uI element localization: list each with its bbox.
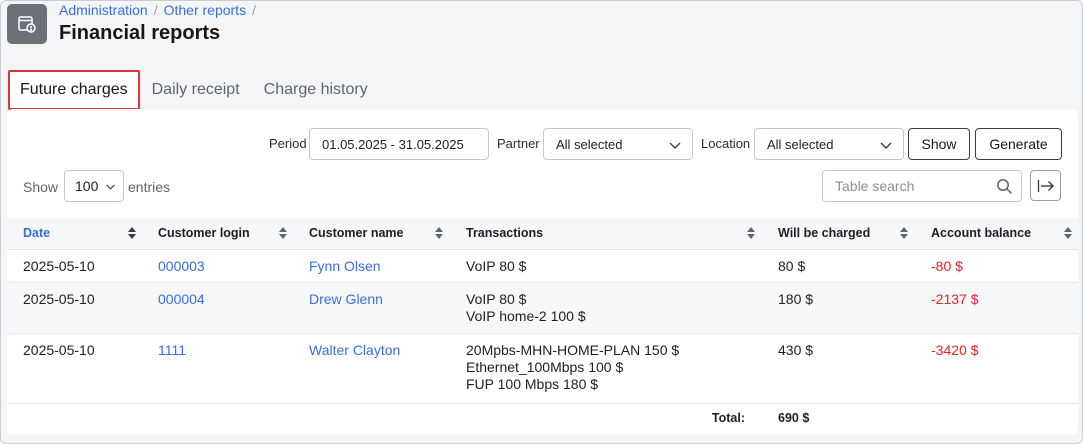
transaction-line: 20Mpbs-MHN-HOME-PLAN 150 $ — [466, 341, 680, 358]
customer-name-link[interactable]: Walter Clayton — [309, 342, 400, 358]
show-button[interactable]: Show — [908, 128, 970, 160]
chevron-down-icon — [669, 142, 681, 149]
column-header-account-balance[interactable]: Account balance — [914, 218, 1078, 249]
chevron-down-icon — [880, 142, 892, 149]
cell-customer-name: Walter Clayton — [293, 333, 449, 403]
sort-icon — [1064, 227, 1072, 239]
cell-transactions: VoIP 80 $ VoIP home-2 100 $ — [449, 282, 761, 333]
report-icon — [7, 4, 47, 44]
cell-date: 2025-05-10 — [23, 290, 95, 307]
page-title: Financial reports — [59, 22, 221, 44]
tab-future-charges[interactable]: Future charges — [8, 70, 140, 110]
future-charges-table: Date Customer login Customer name Transa… — [7, 218, 1078, 433]
sort-icon — [747, 227, 755, 239]
table-footer-row: Total: 690 $ — [7, 403, 1078, 433]
period-input[interactable]: 01.05.2025 - 31.05.2025 — [309, 128, 489, 160]
transaction-line: FUP 100 Mbps 180 $ — [466, 375, 599, 392]
partner-select[interactable]: All selected — [543, 128, 693, 160]
column-header-customer-name[interactable]: Customer name — [293, 218, 449, 249]
transaction-line: Ethernet_100Mbps 100 $ — [466, 358, 624, 375]
search-icon — [997, 179, 1013, 195]
customer-login-link[interactable]: 1111 — [158, 342, 186, 358]
generate-button[interactable]: Generate — [975, 128, 1062, 160]
chevron-down-icon — [106, 184, 115, 190]
partner-label: Partner — [497, 136, 540, 151]
cell-account-balance: -2137 $ — [931, 290, 979, 307]
sort-icon — [900, 227, 908, 239]
period-label: Period — [269, 136, 307, 151]
cell-customer-name: Fynn Olsen — [293, 249, 449, 282]
cell-transactions: 20Mpbs-MHN-HOME-PLAN 150 $ Ethernet_100M… — [449, 333, 761, 403]
cell-customer-login: 000004 — [142, 282, 293, 333]
tab-charge-history[interactable]: Charge history — [252, 70, 380, 110]
tab-daily-receipt[interactable]: Daily receipt — [140, 70, 252, 110]
location-select[interactable]: All selected — [754, 128, 904, 160]
column-header-will-be-charged[interactable]: Will be charged — [761, 218, 914, 249]
entries-prefix: Show — [23, 179, 59, 195]
breadcrumb: Administration / Other reports / — [59, 2, 256, 18]
cell-customer-name: Drew Glenn — [293, 282, 449, 333]
location-select-value: All selected — [767, 136, 834, 152]
column-header-transactions[interactable]: Transactions — [449, 218, 761, 249]
partner-select-value: All selected — [556, 136, 623, 152]
table-row: 2025-05-10 000003 Fynn Olsen VoIP 80 $ 8… — [7, 249, 1078, 282]
window: Administration / Other reports / Financi… — [0, 0, 1083, 444]
cell-account-balance: -80 $ — [931, 257, 963, 274]
breadcrumb-other-reports[interactable]: Other reports — [164, 2, 246, 18]
transaction-line: VoIP home-2 100 $ — [466, 307, 586, 324]
cell-customer-login: 000003 — [142, 249, 293, 282]
transaction-line: VoIP 80 $ — [466, 257, 527, 274]
export-arrow-icon — [1037, 179, 1054, 192]
cell-will-be-charged: 430 $ — [778, 341, 814, 358]
entries-suffix: entries — [128, 179, 171, 195]
total-label: Total: — [711, 411, 745, 426]
table-row: 2025-05-10 1111 Walter Clayton 20Mpbs-MH… — [7, 333, 1078, 403]
customer-name-link[interactable]: Fynn Olsen — [309, 258, 381, 274]
cell-account-balance: -3420 $ — [931, 341, 979, 358]
location-label: Location — [701, 136, 751, 151]
breadcrumb-separator: / — [153, 2, 158, 18]
tab-bar: Future charges Daily receipt Charge hist… — [8, 70, 380, 110]
table-search-placeholder: Table search — [835, 178, 915, 194]
column-header-customer-login[interactable]: Customer login — [142, 218, 293, 249]
cell-date: 2025-05-10 — [23, 341, 95, 358]
table-header-row: Date Customer login Customer name Transa… — [7, 218, 1078, 249]
customer-login-link[interactable]: 000003 — [158, 258, 205, 274]
table-search-input[interactable]: Table search — [822, 170, 1022, 202]
transaction-line: VoIP 80 $ — [466, 290, 527, 307]
customer-name-link[interactable]: Drew Glenn — [309, 291, 383, 307]
customer-login-link[interactable]: 000004 — [158, 291, 205, 307]
cell-date: 2025-05-10 — [23, 257, 95, 274]
entries-select-value: 100 — [75, 178, 99, 194]
cell-will-be-charged: 80 $ — [778, 257, 806, 274]
sort-icon — [435, 227, 443, 239]
sort-icon — [128, 227, 136, 239]
report-card: Period 01.05.2025 - 31.05.2025 Partner A… — [7, 109, 1078, 435]
cell-customer-login: 1111 — [142, 333, 293, 403]
cell-will-be-charged: 180 $ — [778, 290, 814, 307]
total-value: 690 $ — [778, 411, 810, 426]
cell-transactions: VoIP 80 $ — [449, 249, 761, 282]
export-button[interactable] — [1030, 170, 1061, 201]
entries-select[interactable]: 100 — [64, 170, 124, 202]
breadcrumb-administration[interactable]: Administration — [59, 2, 148, 18]
sort-icon — [279, 227, 287, 239]
column-header-date[interactable]: Date — [7, 218, 142, 249]
breadcrumb-separator: / — [252, 2, 256, 18]
table-row: 2025-05-10 000004 Drew Glenn VoIP 80 $ V… — [7, 282, 1078, 333]
